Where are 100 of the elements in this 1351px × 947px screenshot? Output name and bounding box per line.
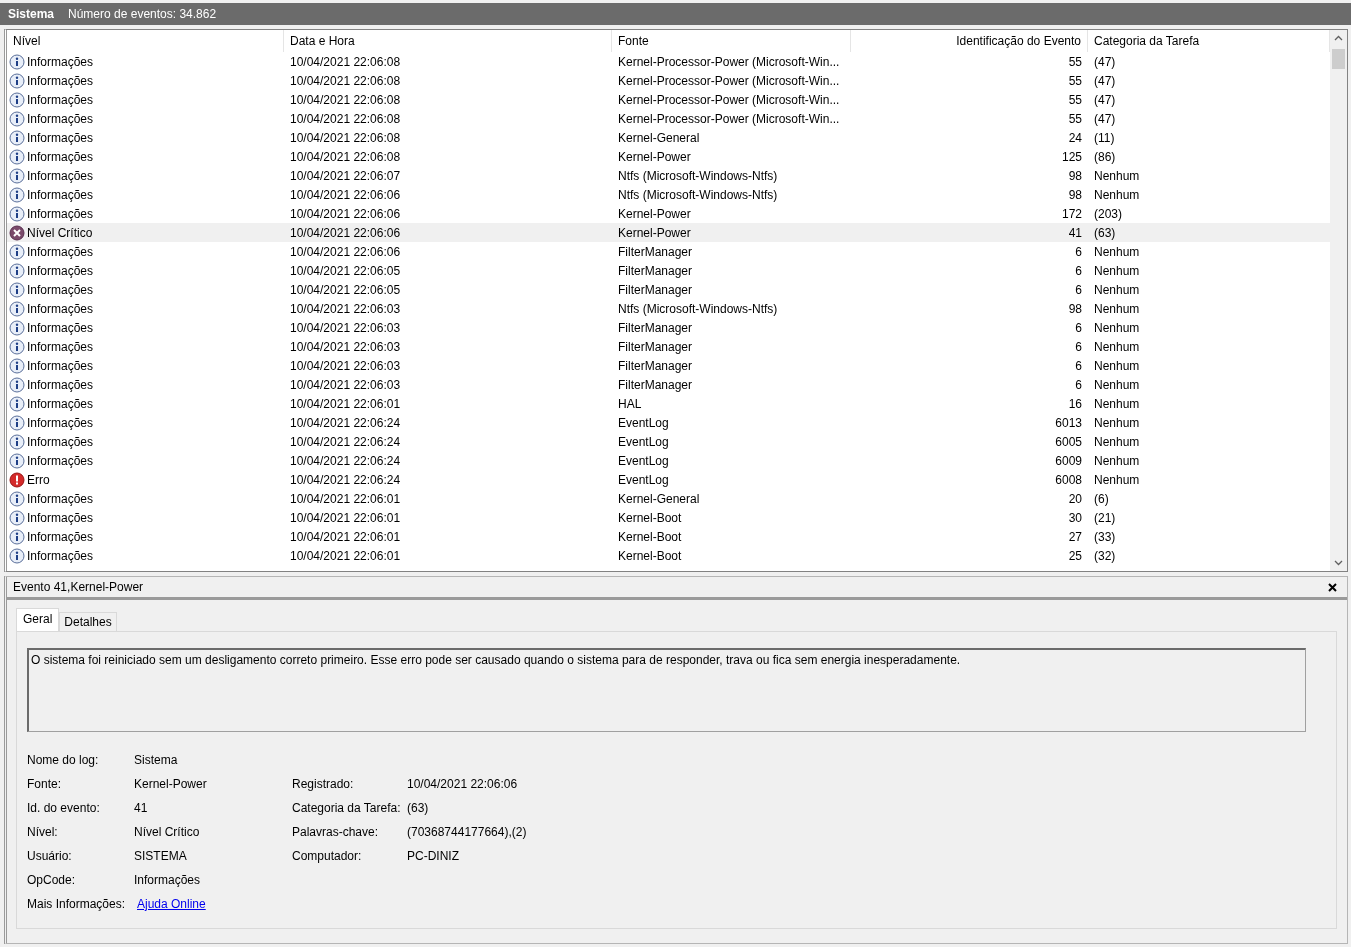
info-icon — [9, 528, 25, 545]
table-cell-text: FilterManager — [617, 320, 694, 335]
table-cell-text: (63) — [1093, 225, 1117, 240]
scrollbar-thumb[interactable] — [1332, 49, 1345, 69]
table-cell-text: 10/04/2021 22:06:24 — [289, 472, 402, 487]
table-cell-text: FilterManager — [617, 282, 694, 297]
table-cell-text: 16 — [1067, 396, 1083, 411]
table-cell-text: Nenhum — [1093, 339, 1141, 354]
level-text: Informações — [27, 73, 94, 88]
table-cell-text: (47) — [1093, 92, 1117, 107]
table-cell-text: 98 — [1067, 168, 1083, 183]
field-label: OpCode: — [27, 873, 76, 887]
table-cell-text: Kernel-Processor-Power (Microsoft-Win... — [617, 73, 841, 88]
info-icon — [9, 509, 25, 526]
table-cell-text: 25 — [1067, 548, 1083, 563]
table-cell-text: 10/04/2021 22:06:07 — [289, 168, 402, 183]
table-cell-text: 10/04/2021 22:06:08 — [289, 54, 402, 69]
field-label: Computador: — [292, 849, 362, 863]
table-cell-text: (21) — [1093, 510, 1117, 525]
field-value: (63) — [407, 801, 429, 815]
level-text: Informações — [27, 453, 94, 468]
field-value: SISTEMA — [134, 849, 187, 863]
table-cell-text: 10/04/2021 22:06:24 — [289, 434, 402, 449]
level-text: Informações — [27, 415, 94, 430]
table-cell-text: 6013 — [1054, 415, 1083, 430]
close-icon — [1328, 582, 1337, 592]
table-cell-text: Nenhum — [1093, 415, 1141, 430]
field-label: Id. do evento: — [27, 801, 100, 815]
table-cell-text: 20 — [1067, 491, 1083, 506]
field-label: Nome do log: — [27, 753, 99, 767]
table-cell-text: EventLog — [617, 434, 670, 449]
table-cell-text: 172 — [1060, 206, 1083, 221]
table-cell-text: Nenhum — [1093, 434, 1141, 449]
level-text: Informações — [27, 244, 94, 259]
table-cell-text: 27 — [1067, 529, 1083, 544]
field-label: Categoria da Tarefa: — [292, 801, 401, 815]
table-cell-text: Kernel-Power — [617, 206, 692, 221]
table-cell-text: 30 — [1067, 510, 1083, 525]
info-icon — [9, 262, 25, 279]
tab[interactable]: Geral — [16, 608, 60, 631]
table-cell-text: HAL — [617, 396, 643, 411]
table-cell-text: FilterManager — [617, 358, 694, 373]
level-text: Informações — [27, 320, 94, 335]
help-link[interactable]: Ajuda Online — [137, 897, 206, 911]
table-cell-text: 6008 — [1054, 472, 1083, 487]
field-value: Kernel-Power — [134, 777, 207, 791]
table-cell-text: 6005 — [1054, 434, 1083, 449]
table-cell-text: 10/04/2021 22:06:08 — [289, 73, 402, 88]
table-cell-text: EventLog — [617, 415, 670, 430]
table-cell-text: 125 — [1060, 149, 1083, 164]
table-cell-text: Kernel-General — [617, 491, 701, 506]
level-text: Informações — [27, 54, 94, 69]
level-text: Informações — [27, 206, 94, 221]
table-cell-text: 41 — [1067, 225, 1083, 240]
table-cell-text: 10/04/2021 22:06:03 — [289, 301, 402, 316]
table-cell-text: Kernel-Processor-Power (Microsoft-Win... — [617, 111, 841, 126]
info-icon — [9, 53, 25, 70]
level-text: Informações — [27, 263, 94, 278]
level-text: Informações — [27, 301, 94, 316]
level-text: Informações — [27, 92, 94, 107]
level-text: Informações — [27, 377, 94, 392]
table-cell-text: Nenhum — [1093, 282, 1141, 297]
table-cell-text: (86) — [1093, 149, 1117, 164]
table-cell-text: Nenhum — [1093, 301, 1141, 316]
table-row[interactable]: Nível Crítico 10/04/2021 22:06:06 Kernel-Power 41 (63) — [7, 223, 1330, 242]
scrollbar[interactable] — [1330, 30, 1347, 571]
level-text: Erro — [27, 472, 50, 487]
table-cell-text: 6 — [1074, 320, 1083, 335]
info-icon — [9, 414, 25, 431]
table-cell-text: 10/04/2021 22:06:06 — [289, 225, 402, 240]
caret-down-icon[interactable] — [1334, 558, 1343, 567]
info-icon — [9, 490, 25, 507]
level-text: Informações — [27, 149, 94, 164]
table-cell-text: (6) — [1093, 491, 1110, 506]
table-cell-text: (32) — [1093, 548, 1117, 563]
table-cell-text: 10/04/2021 22:06:24 — [289, 415, 402, 430]
table-cell-text: 10/04/2021 22:06:08 — [289, 92, 402, 107]
table-cell-text: 6 — [1074, 282, 1083, 297]
table-cell-text: 10/04/2021 22:06:05 — [289, 282, 402, 297]
table-cell-text: (47) — [1093, 54, 1117, 69]
field-value: 10/04/2021 22:06:06 — [407, 777, 518, 791]
table-cell-text: (47) — [1093, 73, 1117, 88]
table-cell-text: 24 — [1067, 130, 1083, 145]
table-cell-text: 6 — [1074, 358, 1083, 373]
info-icon — [9, 205, 25, 222]
table-cell-text: 10/04/2021 22:06:06 — [289, 206, 402, 221]
table-cell-text: 98 — [1067, 187, 1083, 202]
level-text: Informações — [27, 529, 94, 544]
level-text: Informações — [27, 130, 94, 145]
info-icon — [9, 72, 25, 89]
caret-up-icon[interactable] — [1334, 34, 1343, 43]
table-cell-text: 6 — [1074, 263, 1083, 278]
tab[interactable]: Detalhes — [59, 612, 117, 631]
level-text: Informações — [27, 282, 94, 297]
table-cell-text: EventLog — [617, 472, 670, 487]
table-cell-text: 55 — [1067, 92, 1083, 107]
info-icon — [9, 129, 25, 146]
info-icon — [9, 319, 25, 336]
table-cell-text: Nenhum — [1093, 263, 1141, 278]
field-value: 41 — [134, 801, 148, 815]
